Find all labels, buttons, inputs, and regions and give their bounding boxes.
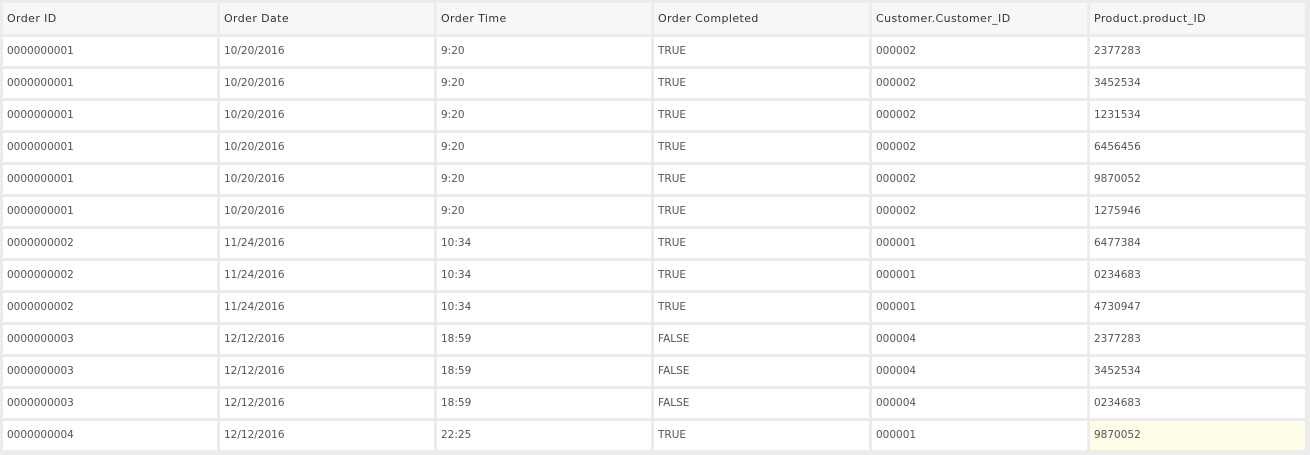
table-cell-order-completed[interactable]: TRUE bbox=[654, 133, 869, 162]
table-cell-order-completed[interactable]: FALSE bbox=[654, 357, 869, 386]
table-cell-order-time[interactable]: 9:20 bbox=[437, 133, 651, 162]
column-header-order-time[interactable]: Order Time bbox=[437, 3, 651, 34]
table-cell-product-id[interactable]: 9870052 bbox=[1090, 165, 1305, 194]
table-cell-order-date[interactable]: 12/12/2016 bbox=[220, 357, 434, 386]
table-cell-product-id[interactable]: 2377283 bbox=[1090, 325, 1305, 354]
table-cell-order-time[interactable]: 9:20 bbox=[437, 165, 651, 194]
table-cell-order-time[interactable]: 9:20 bbox=[437, 101, 651, 130]
table-cell-order-id[interactable]: 0000000001 bbox=[3, 69, 217, 98]
table-cell-customer-id[interactable]: 000002 bbox=[872, 165, 1087, 194]
table-cell-order-time[interactable]: 18:59 bbox=[437, 389, 651, 418]
table-cell-order-time[interactable]: 10:34 bbox=[437, 293, 651, 322]
table-cell-order-date[interactable]: 10/20/2016 bbox=[220, 101, 434, 130]
table-cell-product-id[interactable]: 2377283 bbox=[1090, 37, 1305, 66]
table-cell-order-completed[interactable]: TRUE bbox=[654, 101, 869, 130]
table-cell-order-id[interactable]: 0000000003 bbox=[3, 389, 217, 418]
table-cell-order-time[interactable]: 18:59 bbox=[437, 325, 651, 354]
table-cell-order-date[interactable]: 10/20/2016 bbox=[220, 133, 434, 162]
table-cell-product-id[interactable]: 0234683 bbox=[1090, 389, 1305, 418]
table-cell-customer-id[interactable]: 000001 bbox=[872, 261, 1087, 290]
table-cell-order-date[interactable]: 12/12/2016 bbox=[220, 325, 434, 354]
table-cell-customer-id[interactable]: 000004 bbox=[872, 357, 1087, 386]
table-cell-order-time[interactable]: 22:25 bbox=[437, 421, 651, 450]
table-cell-product-id[interactable]: 3452534 bbox=[1090, 357, 1305, 386]
table-cell-order-time[interactable]: 10:34 bbox=[437, 261, 651, 290]
table-cell-customer-id[interactable]: 000002 bbox=[872, 37, 1087, 66]
table-cell-product-id[interactable]: 6477384 bbox=[1090, 229, 1305, 258]
table-cell-order-time[interactable]: 9:20 bbox=[437, 69, 651, 98]
table-cell-order-time[interactable]: 9:20 bbox=[437, 37, 651, 66]
table-cell-order-id[interactable]: 0000000001 bbox=[3, 37, 217, 66]
table-cell-order-id[interactable]: 0000000002 bbox=[3, 293, 217, 322]
table-cell-order-date[interactable]: 12/12/2016 bbox=[220, 389, 434, 418]
table-cell-order-time[interactable]: 9:20 bbox=[437, 197, 651, 226]
table-cell-order-id[interactable]: 0000000004 bbox=[3, 421, 217, 450]
table-cell-order-time[interactable]: 18:59 bbox=[437, 357, 651, 386]
table-cell-order-date[interactable]: 11/24/2016 bbox=[220, 229, 434, 258]
table-cell-order-completed[interactable]: FALSE bbox=[654, 325, 869, 354]
column-header-order-id[interactable]: Order ID bbox=[3, 3, 217, 34]
table-cell-product-id[interactable]: 6456456 bbox=[1090, 133, 1305, 162]
table-cell-order-id[interactable]: 0000000002 bbox=[3, 229, 217, 258]
table-cell-product-id[interactable]: 1275946 bbox=[1090, 197, 1305, 226]
table-cell-order-id[interactable]: 0000000001 bbox=[3, 133, 217, 162]
table-cell-order-completed[interactable]: TRUE bbox=[654, 69, 869, 98]
table-cell-customer-id[interactable]: 000002 bbox=[872, 69, 1087, 98]
table-cell-product-id[interactable]: 0234683 bbox=[1090, 261, 1305, 290]
table-cell-customer-id[interactable]: 000001 bbox=[872, 229, 1087, 258]
table-cell-order-id[interactable]: 0000000001 bbox=[3, 197, 217, 226]
table-cell-product-id[interactable]: 9870052 bbox=[1090, 421, 1305, 450]
table-cell-customer-id[interactable]: 000002 bbox=[872, 133, 1087, 162]
table-cell-order-time[interactable]: 10:34 bbox=[437, 229, 651, 258]
table-cell-order-date[interactable]: 10/20/2016 bbox=[220, 197, 434, 226]
table-cell-customer-id[interactable]: 000001 bbox=[872, 421, 1087, 450]
table-cell-order-date[interactable]: 10/20/2016 bbox=[220, 37, 434, 66]
table-cell-order-date[interactable]: 11/24/2016 bbox=[220, 293, 434, 322]
table-cell-customer-id[interactable]: 000002 bbox=[872, 101, 1087, 130]
table-cell-order-completed[interactable]: TRUE bbox=[654, 261, 869, 290]
column-header-order-date[interactable]: Order Date bbox=[220, 3, 434, 34]
table-cell-customer-id[interactable]: 000004 bbox=[872, 325, 1087, 354]
orders-table: Order ID Order Date Order Time Order Comple… bbox=[3, 3, 1307, 452]
table-cell-order-date[interactable]: 10/20/2016 bbox=[220, 165, 434, 194]
table-cell-order-id[interactable]: 0000000002 bbox=[3, 261, 217, 290]
table-cell-order-completed[interactable]: TRUE bbox=[654, 197, 869, 226]
table-cell-customer-id[interactable]: 000004 bbox=[872, 389, 1087, 418]
column-header-product-id[interactable]: Product.product_ID bbox=[1090, 3, 1305, 34]
table-cell-order-date[interactable]: 11/24/2016 bbox=[220, 261, 434, 290]
table-cell-order-id[interactable]: 0000000001 bbox=[3, 101, 217, 130]
table-cell-product-id[interactable]: 4730947 bbox=[1090, 293, 1305, 322]
table-cell-order-completed[interactable]: FALSE bbox=[654, 389, 869, 418]
column-header-customer-id[interactable]: Customer.Customer_ID bbox=[872, 3, 1087, 34]
table-cell-order-completed[interactable]: TRUE bbox=[654, 37, 869, 66]
table-cell-order-date[interactable]: 12/12/2016 bbox=[220, 421, 434, 450]
table-cell-product-id[interactable]: 3452534 bbox=[1090, 69, 1305, 98]
table-cell-product-id[interactable]: 1231534 bbox=[1090, 101, 1305, 130]
table-cell-order-id[interactable]: 0000000003 bbox=[3, 357, 217, 386]
table-cell-order-completed[interactable]: TRUE bbox=[654, 293, 869, 322]
table-cell-order-date[interactable]: 10/20/2016 bbox=[220, 69, 434, 98]
table-cell-customer-id[interactable]: 000001 bbox=[872, 293, 1087, 322]
table-cell-customer-id[interactable]: 000002 bbox=[872, 197, 1087, 226]
table-cell-order-id[interactable]: 0000000003 bbox=[3, 325, 217, 354]
table-cell-order-completed[interactable]: TRUE bbox=[654, 165, 869, 194]
column-header-order-completed[interactable]: Order Completed bbox=[654, 3, 869, 34]
table-cell-order-completed[interactable]: TRUE bbox=[654, 421, 869, 450]
table-cell-order-completed[interactable]: TRUE bbox=[654, 229, 869, 258]
table-cell-order-id[interactable]: 0000000001 bbox=[3, 165, 217, 194]
